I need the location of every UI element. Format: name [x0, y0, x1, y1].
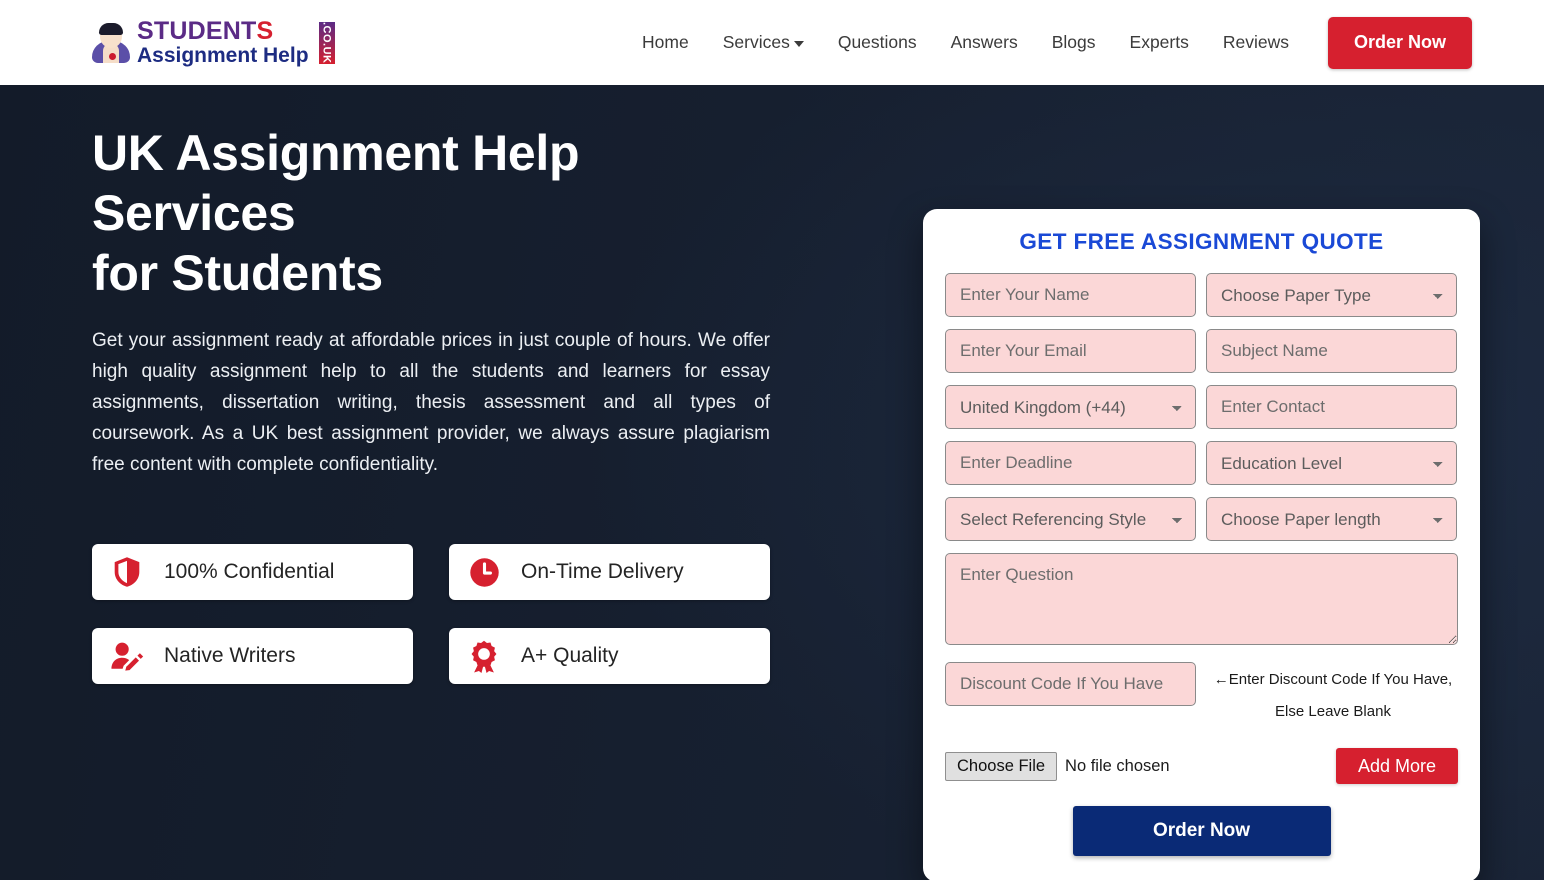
- choose-file-button[interactable]: Choose File: [945, 751, 1058, 781]
- deadline-input[interactable]: [945, 441, 1196, 485]
- file-status-text: No file chosen: [1065, 756, 1170, 775]
- nav-item-blogs[interactable]: Blogs: [1035, 32, 1113, 53]
- discount-hint: ←Enter Discount Code If You Have, Else L…: [1208, 662, 1458, 728]
- student-avatar-icon: [92, 22, 130, 63]
- quote-form-card: GET FREE ASSIGNMENT QUOTE Choose Paper T…: [923, 209, 1480, 880]
- user-edit-icon: [110, 639, 144, 673]
- nav-item-home[interactable]: Home: [625, 32, 706, 53]
- nav-item-services[interactable]: Services: [706, 32, 821, 53]
- award-ribbon-icon: [467, 639, 501, 673]
- country-code-select[interactable]: United Kingdom (+44): [945, 385, 1196, 429]
- discount-code-input[interactable]: [945, 662, 1196, 706]
- feature-badge-confidential[interactable]: 100% Confidential: [92, 544, 413, 600]
- logo-text-s: S: [256, 17, 274, 45]
- nav-label-services: Services: [722, 32, 790, 52]
- question-textarea[interactable]: [945, 553, 1458, 645]
- feature-label-quality: A+ Quality: [521, 644, 619, 667]
- feature-badge-native-writers[interactable]: Native Writers: [92, 628, 413, 684]
- nav-label-questions: Questions: [837, 32, 917, 52]
- feature-badge-list: 100% Confidential On-Time Delivery Nativ…: [92, 544, 772, 684]
- discount-hint-line-2: Else Leave Blank: [1275, 703, 1391, 720]
- site-header: STUDENT S Assignment Help .CO.UK Home Ser…: [0, 0, 1544, 85]
- feature-badge-quality[interactable]: A+ Quality: [449, 628, 770, 684]
- feature-label-confidential: 100% Confidential: [164, 560, 335, 583]
- logo-text-students: STUDENT: [137, 17, 257, 45]
- shield-icon: [110, 555, 144, 589]
- logo-wordmark: STUDENT S Assignment Help: [137, 19, 309, 67]
- hero-section: UK Assignment Help Services for Students…: [0, 85, 1544, 880]
- logo-tld-badge: .CO.UK: [318, 21, 335, 64]
- nav-label-reviews: Reviews: [1222, 32, 1289, 52]
- form-submit-row: Order Now: [945, 806, 1458, 856]
- subject-input[interactable]: [1206, 329, 1457, 373]
- paper-type-select[interactable]: Choose Paper Type: [1206, 273, 1457, 317]
- education-level-select[interactable]: Education Level: [1206, 441, 1457, 485]
- nav-label-answers: Answers: [950, 32, 1018, 52]
- nav-item-experts[interactable]: Experts: [1113, 32, 1206, 53]
- nav-label-home: Home: [642, 32, 689, 52]
- feature-label-on-time-delivery: On-Time Delivery: [521, 560, 684, 583]
- logo-line-1: STUDENT S: [137, 19, 309, 44]
- discount-hint-line-1: Enter Discount Code If You Have,: [1228, 671, 1453, 688]
- hero-title-line-2: for Students: [92, 245, 383, 301]
- hero-title-line-1: UK Assignment Help Services: [92, 125, 580, 241]
- file-upload-row: Choose File No file chosen Add More: [945, 748, 1458, 784]
- main-navigation: Home Services Questions Answers Blogs Ex…: [625, 16, 1544, 69]
- left-arrow-icon: ←: [1213, 671, 1229, 688]
- nav-item-answers[interactable]: Answers: [934, 32, 1035, 53]
- file-input-control[interactable]: Choose File No file chosen: [945, 751, 1170, 781]
- referencing-style-select[interactable]: Select Referencing Style: [945, 497, 1196, 541]
- clock-icon: [467, 555, 501, 589]
- feature-label-native-writers: Native Writers: [164, 644, 296, 667]
- logo-text-assignment-help: Assignment Help: [137, 44, 309, 67]
- nav-label-experts: Experts: [1129, 32, 1189, 52]
- form-field-grid: Choose Paper Type United Kingdom (+44) E…: [945, 273, 1458, 541]
- nav-label-blogs: Blogs: [1051, 32, 1096, 52]
- paper-length-select[interactable]: Choose Paper length: [1206, 497, 1457, 541]
- header-order-now-button[interactable]: Order Now: [1327, 16, 1472, 69]
- nav-item-reviews[interactable]: Reviews: [1206, 32, 1306, 53]
- hero-content: UK Assignment Help Services for Students…: [92, 85, 782, 880]
- form-title: GET FREE ASSIGNMENT QUOTE: [1019, 229, 1384, 254]
- contact-input[interactable]: [1206, 385, 1457, 429]
- email-input[interactable]: [945, 329, 1196, 373]
- logo-line-2: Assignment Help: [137, 45, 309, 66]
- page-title: UK Assignment Help Services for Students: [92, 123, 782, 303]
- chevron-down-icon: [793, 40, 804, 47]
- name-input[interactable]: [945, 273, 1196, 317]
- add-more-button[interactable]: Add More: [1335, 748, 1458, 784]
- feature-badge-on-time-delivery[interactable]: On-Time Delivery: [449, 544, 770, 600]
- form-order-now-button[interactable]: Order Now: [1072, 806, 1331, 856]
- nav-item-questions[interactable]: Questions: [821, 32, 934, 53]
- site-logo[interactable]: STUDENT S Assignment Help .CO.UK: [92, 19, 335, 66]
- discount-row: ←Enter Discount Code If You Have, Else L…: [945, 662, 1458, 728]
- hero-description: Get your assignment ready at affordable …: [92, 330, 770, 475]
